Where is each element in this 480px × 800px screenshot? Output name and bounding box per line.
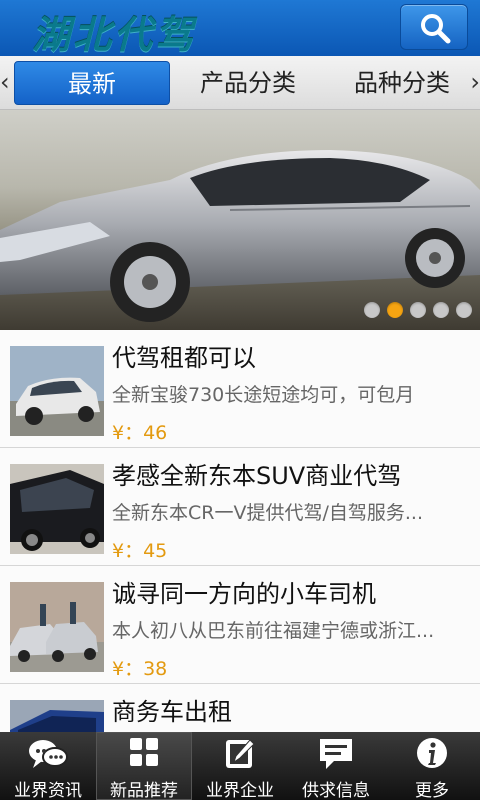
chat-bubbles-icon [29, 740, 68, 768]
app-header: 湖北代驾 [0, 0, 480, 57]
item-description: 全新东本CR一V提供代驾/自驾服务... [112, 502, 423, 524]
banner-carousel[interactable] [0, 110, 480, 330]
tab-variety-category[interactable]: 品种分类 [324, 61, 480, 105]
item-thumbnail [10, 346, 104, 436]
info-icon [417, 738, 447, 768]
item-description: 全新宝骏730长途短途均可，可包月 [112, 384, 415, 406]
item-title: 诚寻同一方向的小车司机 [112, 580, 376, 608]
carousel-dot[interactable] [364, 302, 380, 318]
nav-supply-demand[interactable]: 供求信息 [288, 732, 384, 800]
tab-product-category[interactable]: 产品分类 [170, 61, 326, 105]
list-item[interactable]: 商务车出租 [0, 684, 480, 732]
search-icon [421, 14, 451, 44]
app-logo: 湖北代驾 [32, 13, 197, 57]
carousel-dot[interactable] [433, 302, 449, 318]
bottom-navigation: 业界资讯 新品推荐 业界企业 供求信息 更多 [0, 732, 480, 800]
item-price: ¥：38 [112, 658, 168, 680]
chevron-right-icon[interactable]: › [470, 68, 480, 96]
carousel-indicator [357, 302, 472, 322]
list-item[interactable]: 孝感全新东本SUV商业代驾 全新东本CR一V提供代驾/自驾服务... ¥：45 [0, 448, 480, 566]
nav-label: 新品推荐 [110, 781, 178, 800]
chevron-left-icon[interactable]: ‹ [0, 68, 10, 96]
car-banner-image [0, 150, 480, 330]
item-title: 孝感全新东本SUV商业代驾 [112, 462, 402, 490]
nav-label: 更多 [415, 781, 449, 800]
item-title: 商务车出租 [112, 698, 232, 726]
item-thumbnail [10, 582, 104, 672]
item-description: 本人初八从巴东前往福建宁德或浙江... [112, 620, 435, 642]
list-item[interactable]: 诚寻同一方向的小车司机 本人初八从巴东前往福建宁德或浙江... ¥：38 [0, 566, 480, 684]
tab-latest[interactable]: 最新 [14, 61, 170, 105]
item-price: ¥：45 [112, 540, 168, 562]
edit-icon [226, 739, 255, 768]
item-title: 代驾租都可以 [112, 344, 256, 372]
carousel-dot[interactable] [456, 302, 472, 318]
nav-label: 业界企业 [206, 781, 274, 800]
carousel-dot-active[interactable] [387, 302, 403, 318]
nav-label: 业界资讯 [14, 781, 82, 800]
nav-industry-news[interactable]: 业界资讯 [0, 732, 96, 800]
item-thumbnail [10, 464, 104, 554]
grid-icon [130, 738, 158, 766]
nav-more[interactable]: 更多 [384, 732, 480, 800]
nav-industry-companies[interactable]: 业界企业 [192, 732, 288, 800]
list-item[interactable]: 代驾租都可以 全新宝骏730长途短途均可，可包月 ¥：46 [0, 330, 480, 448]
nav-label: 供求信息 [302, 781, 370, 800]
search-button[interactable] [400, 4, 468, 50]
item-price: ¥：46 [112, 422, 168, 444]
nav-new-products[interactable]: 新品推荐 [96, 732, 192, 800]
category-tabs: ‹ 最新 产品分类 品种分类 › [0, 56, 480, 110]
message-icon [320, 739, 352, 769]
product-list: 代驾租都可以 全新宝骏730长途短途均可，可包月 ¥：46 孝感全新东本SUV商… [0, 330, 480, 732]
item-thumbnail [10, 700, 104, 732]
carousel-dot[interactable] [410, 302, 426, 318]
